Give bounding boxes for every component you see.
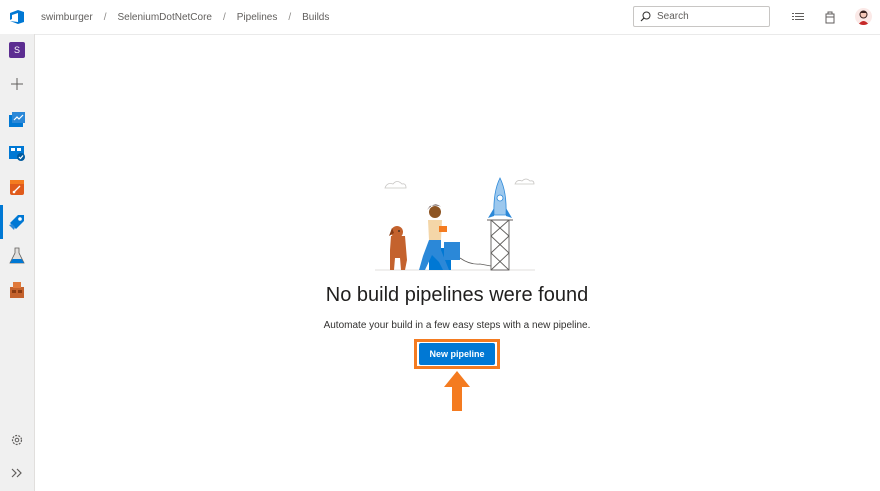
nav-expand[interactable]	[7, 463, 27, 483]
user-avatar[interactable]	[855, 8, 872, 25]
active-indicator	[0, 205, 3, 239]
breadcrumb: swimburger / SeleniumDotNetCore / Pipeli…	[41, 0, 329, 34]
plus-icon	[11, 78, 23, 90]
gear-icon	[11, 434, 23, 446]
nav-test-plans[interactable]	[7, 246, 27, 266]
box-shape	[444, 242, 460, 260]
search-box[interactable]	[633, 6, 770, 27]
cable-shape	[459, 257, 492, 267]
task-list-icon[interactable]	[790, 9, 806, 25]
breadcrumb-organization[interactable]: swimburger	[41, 12, 93, 23]
pipeline-illustration	[375, 177, 535, 271]
test-plans-flask-icon	[9, 247, 25, 264]
cloud-shape	[384, 181, 407, 189]
nav-repos[interactable]	[7, 177, 27, 197]
launch-tower-shape	[487, 219, 513, 271]
breadcrumb-separator: /	[222, 11, 226, 23]
breadcrumb-builds[interactable]: Builds	[302, 12, 329, 23]
empty-state-description: Automate your build in a few easy steps …	[323, 320, 591, 331]
dog-shape	[389, 226, 407, 270]
cloud-shape	[514, 178, 535, 185]
azure-devops-logo-icon[interactable]	[8, 8, 26, 26]
nav-new[interactable]	[7, 74, 27, 94]
artifacts-icon	[10, 282, 24, 298]
search-input[interactable]	[657, 11, 757, 22]
nav-artifacts[interactable]	[7, 280, 27, 300]
breadcrumb-pipelines[interactable]: Pipelines	[237, 12, 278, 23]
breadcrumb-separator: /	[103, 11, 107, 23]
left-navigation: S	[0, 34, 35, 491]
double-chevron-right-icon	[11, 468, 22, 478]
nav-overview[interactable]	[7, 109, 27, 129]
repos-icon	[10, 180, 24, 195]
nav-project[interactable]: S	[7, 40, 27, 60]
nav-pipelines[interactable]	[7, 212, 27, 232]
project-badge: S	[9, 42, 25, 58]
overview-icon	[9, 112, 25, 127]
up-arrow-annotation-icon	[444, 371, 470, 411]
nav-settings[interactable]	[7, 430, 27, 450]
pipelines-rocket-icon	[9, 215, 24, 230]
empty-state-title: No build pipelines were found	[325, 284, 589, 306]
top-bar: swimburger / SeleniumDotNetCore / Pipeli…	[0, 0, 880, 35]
new-pipeline-button[interactable]: New pipeline	[419, 343, 495, 365]
breadcrumb-project[interactable]: SeleniumDotNetCore	[117, 12, 212, 23]
rocket-shape	[488, 177, 512, 218]
nav-boards[interactable]	[7, 143, 27, 163]
search-icon	[640, 11, 651, 22]
breadcrumb-separator: /	[288, 11, 292, 23]
user-avatar-icon	[858, 10, 869, 25]
boards-icon	[9, 146, 25, 161]
marketplace-bag-icon[interactable]	[822, 9, 838, 25]
